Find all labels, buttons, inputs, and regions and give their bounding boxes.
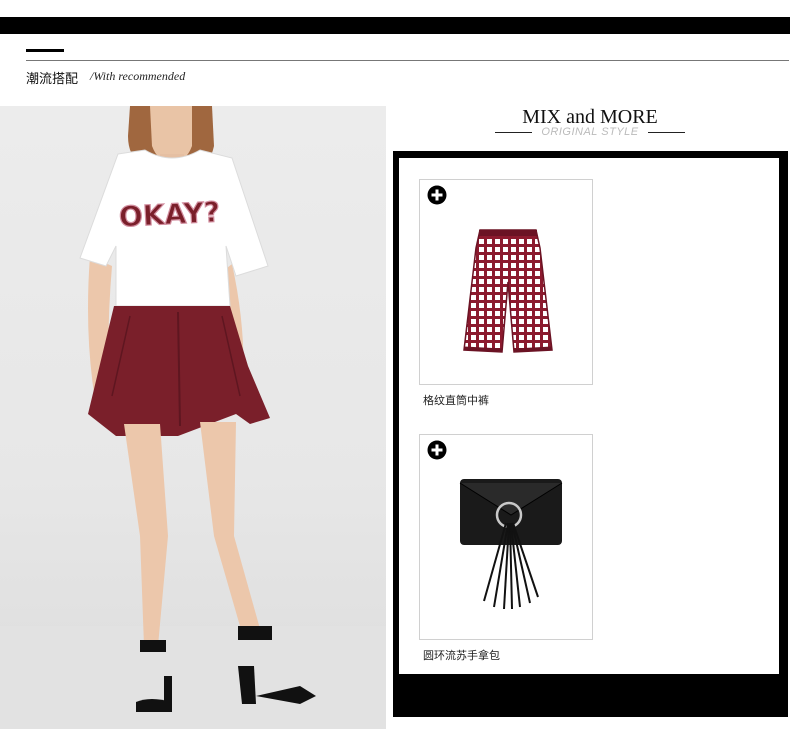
product-card-clutch[interactable] [419, 434, 593, 640]
plus-circle-icon[interactable] [427, 185, 447, 205]
plaid-shorts-image [463, 229, 553, 353]
product-name-clutch[interactable]: 圆环流苏手拿包 [423, 647, 500, 663]
section-subtitle: /With recommended [90, 69, 186, 83]
tassel-clutch-image [459, 479, 563, 610]
subtitle-right-rule [648, 132, 685, 133]
shirt-text: OKAY? [118, 195, 221, 233]
model-photo: OKAY? [0, 106, 386, 729]
section-title: 潮流搭配 [26, 71, 79, 86]
product-name-shorts[interactable]: 格纹直筒中裤 [423, 392, 489, 408]
mix-subtitle-row: ORIGINAL STYLE [495, 126, 685, 140]
top-black-bar [0, 17, 790, 34]
header-divider [26, 60, 789, 61]
header-accent-underline [26, 49, 64, 52]
plus-circle-icon[interactable] [427, 440, 447, 460]
model-illustration: OKAY? [0, 106, 386, 729]
product-card-shorts[interactable] [419, 179, 593, 385]
